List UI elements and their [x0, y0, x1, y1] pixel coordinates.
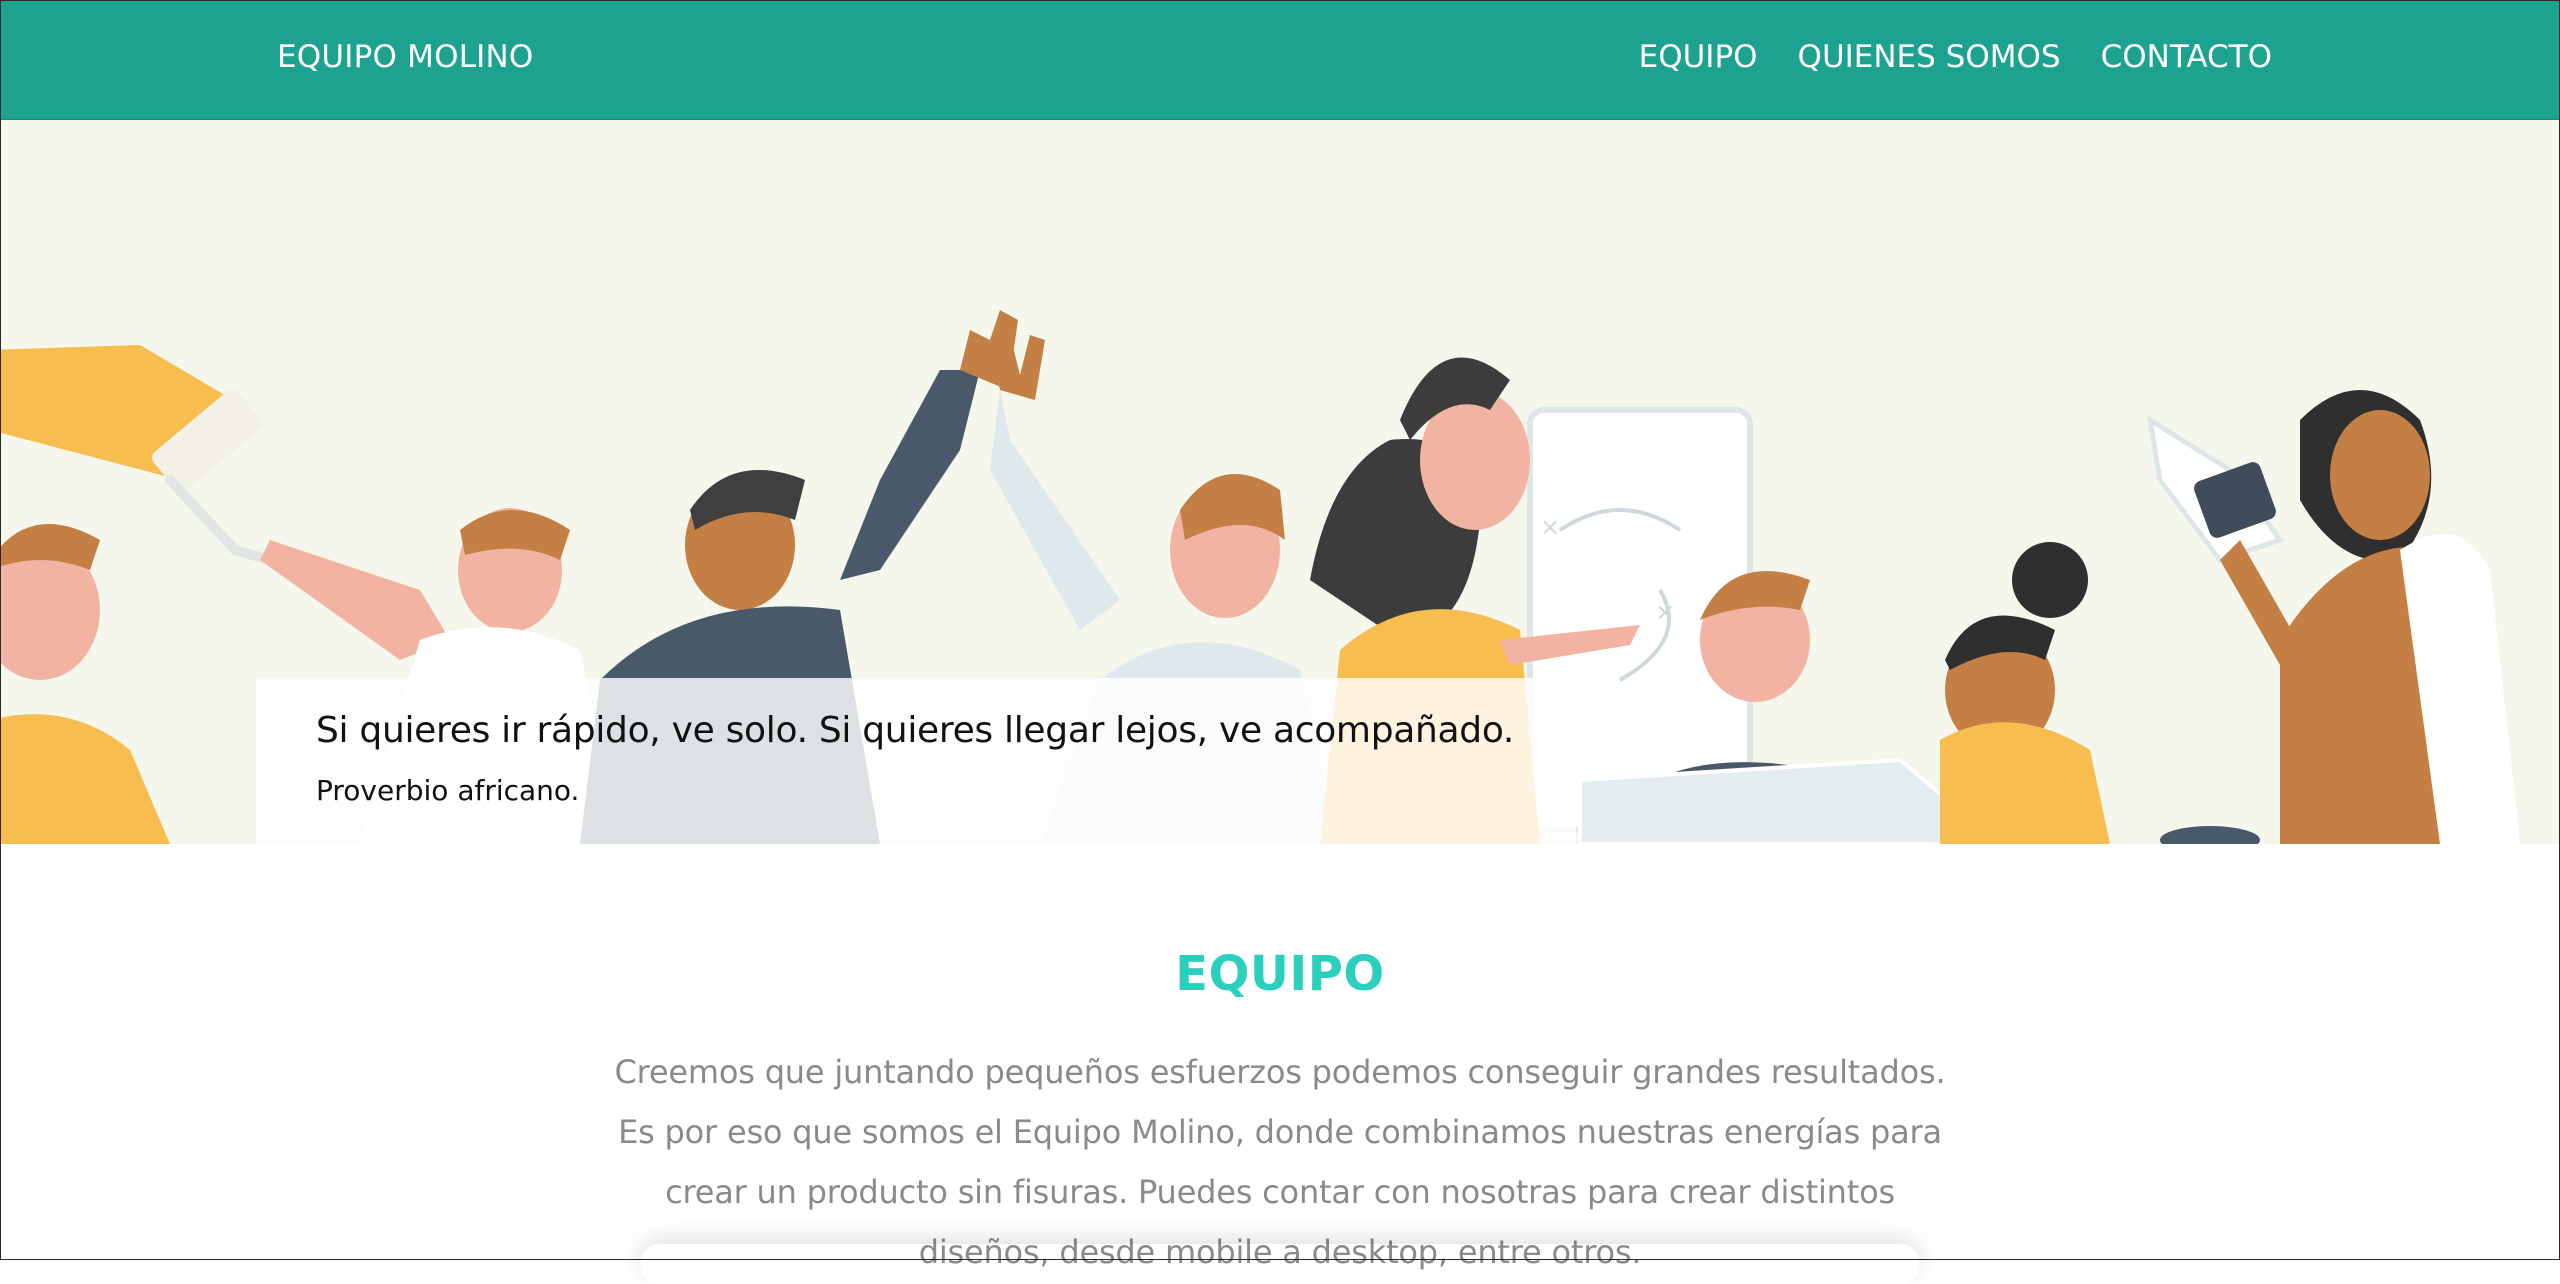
hero-quote-author: Proverbio africano. [316, 774, 580, 807]
svg-text:×: × [1655, 598, 1675, 626]
card-shadow-divider [640, 1244, 1920, 1284]
brand-link[interactable]: EQUIPO MOLINO [277, 39, 534, 76]
nav-link-contacto[interactable]: CONTACTO [2101, 39, 2272, 76]
quote-box: Si quieres ir rápido, ve solo. Si quiere… [256, 678, 1576, 844]
hero-section: × × Si quieres ir rápido, ve solo. Si qu… [0, 120, 2560, 844]
svg-text:×: × [1540, 513, 1560, 541]
hero-quote: Si quieres ir rápido, ve solo. Si quiere… [316, 710, 1515, 751]
nav-link-equipo[interactable]: EQUIPO [1639, 39, 1758, 76]
team-section: EQUIPO Creemos que juntando pequeños esf… [0, 844, 2560, 1271]
team-section-title: EQUIPO [1175, 946, 1385, 1002]
nav-links: EQUIPO QUIENES SOMOS CONTACTO [1639, 39, 2272, 76]
navbar: EQUIPO MOLINO EQUIPO QUIENES SOMOS CONTA… [0, 0, 2560, 120]
nav-link-quienes-somos[interactable]: QUIENES SOMOS [1798, 39, 2061, 76]
